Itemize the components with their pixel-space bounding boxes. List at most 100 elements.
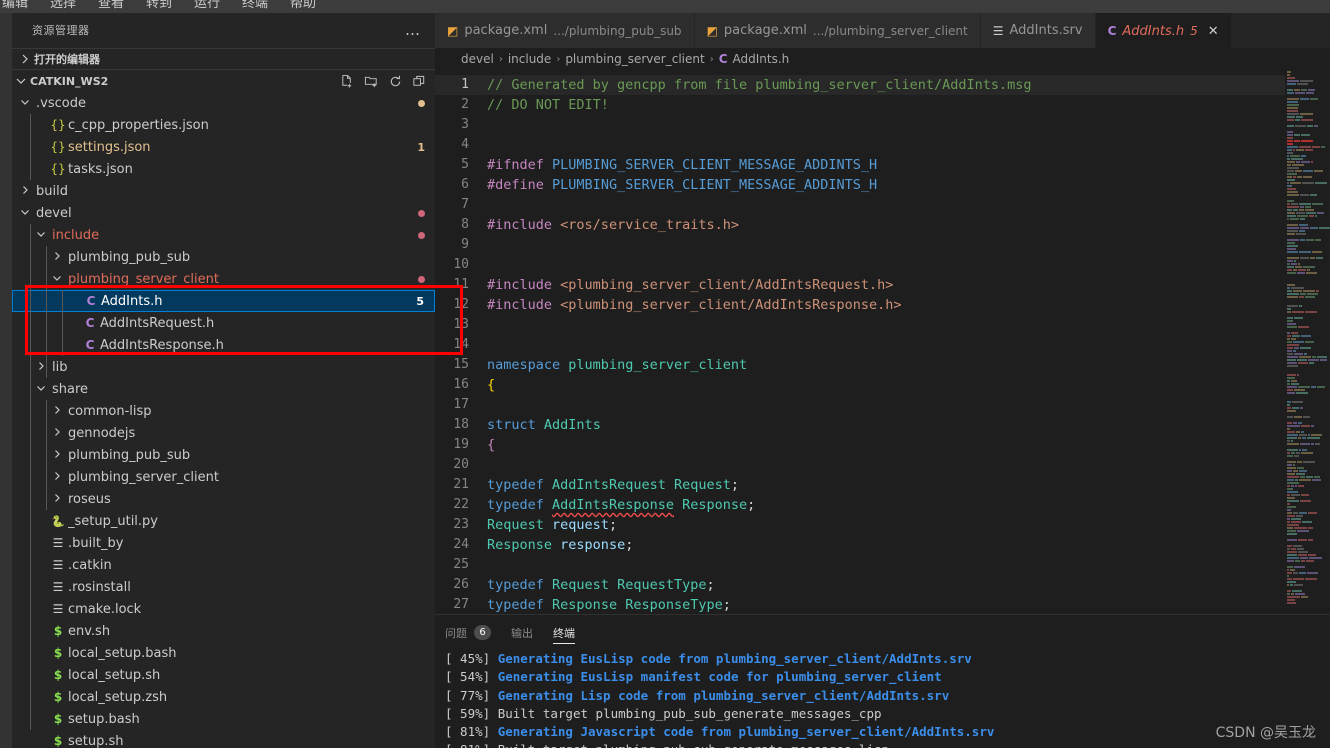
chevron-right-icon[interactable] xyxy=(18,185,32,198)
chevron-right-icon[interactable] xyxy=(50,251,64,264)
menu-item-4[interactable]: 运行 xyxy=(194,0,220,11)
code-line[interactable]: 12 #include <plumbing_server_client/AddIn… xyxy=(435,295,1285,315)
tree-file-row[interactable]: ☰ cmake.lock xyxy=(12,598,435,620)
collapse-all-icon[interactable] xyxy=(412,74,427,89)
tree-folder-row[interactable]: build xyxy=(12,180,435,202)
code-line[interactable]: 5 #ifndef PLUMBING_SERVER_CLIENT_MESSAGE_… xyxy=(435,155,1285,175)
chevron-right-icon[interactable] xyxy=(50,405,64,418)
workspace-root-row[interactable]: CATKIN_WS2 xyxy=(12,70,435,92)
code-line[interactable]: 13 xyxy=(435,315,1285,335)
more-actions-icon[interactable]: … xyxy=(405,23,421,38)
menu-item-6[interactable]: 帮助 xyxy=(290,0,316,11)
code-line[interactable]: 7 xyxy=(435,195,1285,215)
code-line[interactable]: 22 typedef AddIntsResponse Response; xyxy=(435,495,1285,515)
code-line[interactable]: 21 typedef AddIntsRequest Request; xyxy=(435,475,1285,495)
menu-item-2[interactable]: 查看 xyxy=(98,0,124,11)
refresh-icon[interactable] xyxy=(388,74,403,89)
menu-item-0[interactable]: 编辑 xyxy=(2,0,28,11)
terminal-output[interactable]: [ 45%] Generating EusLisp code from plum… xyxy=(435,650,1330,748)
tree-file-row[interactable]: {} c_cpp_properties.json xyxy=(12,114,435,136)
tree-folder-row[interactable]: plumbing_pub_sub xyxy=(12,246,435,268)
chevron-down-icon[interactable] xyxy=(50,273,64,286)
code-line[interactable]: 27 typedef Response ResponseType; xyxy=(435,595,1285,614)
tree-folder-row[interactable]: .vscode xyxy=(12,92,435,114)
tree-folder-row[interactable]: plumbing_pub_sub xyxy=(12,444,435,466)
tree-file-row[interactable]: $ local_setup.zsh xyxy=(12,686,435,708)
code-line[interactable]: 11 #include <plumbing_server_client/AddIn… xyxy=(435,275,1285,295)
tree-file-row[interactable]: ☰ .catkin xyxy=(12,554,435,576)
tree-file-row[interactable]: $ setup.sh xyxy=(12,730,435,748)
menu-item-1[interactable]: 选择 xyxy=(50,0,76,11)
tree-file-row[interactable]: {} tasks.json xyxy=(12,158,435,180)
tree-file-row[interactable]: $ local_setup.sh xyxy=(12,664,435,686)
editor-tab[interactable]: ◩ package.xml .../plumbing_server_client xyxy=(694,13,981,48)
chevron-right-icon[interactable] xyxy=(50,471,64,484)
chevron-right-icon[interactable] xyxy=(50,449,64,462)
code-line[interactable]: 26 typedef Request RequestType; xyxy=(435,575,1285,595)
chevron-right-icon[interactable] xyxy=(50,427,64,440)
tree-file-row[interactable]: $ env.sh xyxy=(12,620,435,642)
new-file-icon[interactable] xyxy=(340,74,355,89)
tree-file-row[interactable]: C AddIntsResponse.h xyxy=(12,334,435,356)
new-folder-icon[interactable] xyxy=(364,74,379,89)
breadcrumb[interactable]: devel › include › plumbing_server_client › C Ad… xyxy=(435,48,1330,70)
tree-folder-row[interactable]: include xyxy=(12,224,435,246)
editor-tab[interactable]: C AddInts.h 5 ✕ xyxy=(1095,13,1232,48)
code-line[interactable]: 1 // Generated by gencpp from file plumbi… xyxy=(435,75,1285,95)
chevron-down-icon[interactable] xyxy=(18,97,32,110)
chevron-right-icon[interactable] xyxy=(50,493,64,506)
chevron-down-icon[interactable] xyxy=(18,207,32,220)
panel-tab[interactable]: 终端 xyxy=(553,615,575,650)
code-line[interactable]: 6 #define PLUMBING_SERVER_CLIENT_MESSAGE_… xyxy=(435,175,1285,195)
breadcrumb-segment[interactable]: include xyxy=(508,52,551,66)
activity-bar[interactable] xyxy=(0,13,12,748)
code-line[interactable]: 8 #include <ros/service_traits.h> xyxy=(435,215,1285,235)
code-line[interactable]: 23 Request request; xyxy=(435,515,1285,535)
tree-folder-row[interactable]: roseus xyxy=(12,488,435,510)
panel-tab[interactable]: 问题 6 xyxy=(445,615,491,650)
editor-tab[interactable]: ☰ AddInts.srv xyxy=(980,13,1096,48)
tree-folder-row[interactable]: common-lisp xyxy=(12,400,435,422)
code-line[interactable]: 14 xyxy=(435,335,1285,355)
breadcrumb-segment[interactable]: devel xyxy=(461,52,494,66)
code-line[interactable]: 25 xyxy=(435,555,1285,575)
panel-tab[interactable]: 输出 xyxy=(511,615,533,650)
tree-folder-row[interactable]: share xyxy=(12,378,435,400)
tree-file-row[interactable]: ☰ .built_by xyxy=(12,532,435,554)
code-line[interactable]: 20 xyxy=(435,455,1285,475)
chevron-down-icon[interactable] xyxy=(34,229,48,242)
breadcrumb-segment[interactable]: plumbing_server_client xyxy=(565,52,704,66)
tree-file-row[interactable]: $ local_setup.bash xyxy=(12,642,435,664)
close-icon[interactable]: ✕ xyxy=(1208,24,1219,39)
code-line[interactable]: 10 xyxy=(435,255,1285,275)
code-line[interactable]: 15 namespace plumbing_server_client xyxy=(435,355,1285,375)
code-editor[interactable]: 1 // Generated by gencpp from file plumbi… xyxy=(435,70,1330,614)
code-line[interactable]: 16 { xyxy=(435,375,1285,395)
panel-tabs[interactable]: 问题 6 输出 终端 xyxy=(435,615,1330,650)
menu-item-5[interactable]: 终端 xyxy=(242,0,268,11)
tree-file-row[interactable]: C AddIntsRequest.h xyxy=(12,312,435,334)
code-line[interactable]: 19 { xyxy=(435,435,1285,455)
code-line[interactable]: 4 xyxy=(435,135,1285,155)
code-line[interactable]: 18 struct AddInts xyxy=(435,415,1285,435)
tree-folder-row[interactable]: plumbing_server_client xyxy=(12,466,435,488)
tree-folder-row[interactable]: plumbing_server_client xyxy=(12,268,435,290)
open-editors-section[interactable]: 打开的编辑器 xyxy=(12,48,435,70)
editor-tab[interactable]: ◩ package.xml .../plumbing_pub_sub xyxy=(435,13,695,48)
tree-file-row[interactable]: $ setup.bash xyxy=(12,708,435,730)
code-line[interactable]: 17 xyxy=(435,395,1285,415)
file-tree[interactable]: .vscode{} c_cpp_properties.json{} settings… xyxy=(12,92,435,748)
chevron-down-icon[interactable] xyxy=(34,383,48,396)
code-line[interactable]: 3 xyxy=(435,115,1285,135)
tree-folder-row[interactable]: lib xyxy=(12,356,435,378)
code-lines[interactable]: 1 // Generated by gencpp from file plumbi… xyxy=(435,75,1285,614)
code-line[interactable]: 9 xyxy=(435,235,1285,255)
breadcrumb-segment[interactable]: AddInts.h xyxy=(733,52,790,66)
tree-folder-row[interactable]: gennodejs xyxy=(12,422,435,444)
code-line[interactable]: 2 // DO NOT EDIT! xyxy=(435,95,1285,115)
code-line[interactable]: 24 Response response; xyxy=(435,535,1285,555)
tree-file-row[interactable]: 🐍 _setup_util.py xyxy=(12,510,435,532)
menu-item-3[interactable]: 转到 xyxy=(146,0,172,11)
tree-file-row[interactable]: ☰ .rosinstall xyxy=(12,576,435,598)
tree-file-row[interactable]: C AddInts.h 5 xyxy=(12,290,435,312)
